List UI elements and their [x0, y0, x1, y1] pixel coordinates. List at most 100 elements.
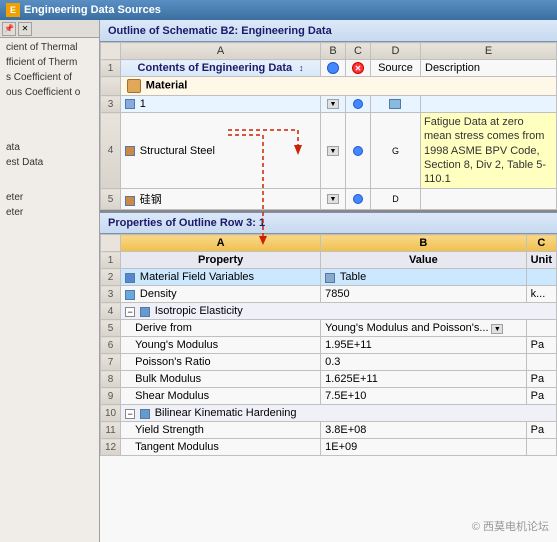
left-item-param1[interactable]: eter — [2, 190, 97, 205]
prop-cell-a3[interactable]: Density — [121, 286, 321, 303]
prop-row-num-2: 2 — [101, 269, 121, 286]
prop-cell-a12[interactable]: Tangent Modulus — [121, 439, 321, 456]
prop-cell-a1: Property — [121, 252, 321, 269]
prop-row-2[interactable]: 2 Material Field Variables Table — [101, 269, 557, 286]
prop-row-10[interactable]: 10 − Bilinear Kinematic Hardening — [101, 405, 557, 422]
table-row: 1 Contents of Engineering Data ↕ ✕ Sou — [101, 60, 557, 77]
left-item-data1[interactable]: ata — [2, 140, 97, 155]
prop-col-c-header: C — [526, 235, 556, 252]
prop-row-4[interactable]: 4 − Isotropic Elasticity — [101, 303, 557, 320]
prop-cell-b11[interactable]: 3.8E+08 — [321, 422, 526, 439]
field-var-icon — [125, 273, 135, 283]
cell-e3 — [421, 96, 557, 113]
prop-row-5[interactable]: 5 Derive from Young's Modulus and Poisso… — [101, 320, 557, 337]
table-row-5[interactable]: 5 硅钢 ▼ D — [101, 189, 557, 210]
prop-row-num-11: 11 — [101, 422, 121, 439]
close-button[interactable]: ✕ — [18, 22, 32, 36]
prop-cell-b12[interactable]: 1E+09 — [321, 439, 526, 456]
col-b-header: B — [321, 43, 346, 60]
prop-row-8[interactable]: 8 Bulk Modulus 1.625E+11 Pa — [101, 371, 557, 388]
prop-row-num-12: 12 — [101, 439, 121, 456]
properties-header: Properties of Outline Row 3: 1 — [100, 212, 557, 234]
prop-row-6[interactable]: 6 Young's Modulus 1.95E+11 Pa — [101, 337, 557, 354]
blue-circle-icon — [327, 62, 339, 74]
prop-cell-a2[interactable]: Material Field Variables — [121, 269, 321, 286]
prop-cell-a4[interactable]: − Isotropic Elasticity — [121, 303, 557, 320]
dropdown-b3[interactable]: ▼ — [327, 99, 339, 109]
prop-cell-b5[interactable]: Young's Modulus and Poisson's... ▼ — [321, 320, 526, 337]
prop-cell-a6[interactable]: Young's Modulus — [121, 337, 321, 354]
cell-d3[interactable] — [371, 96, 421, 113]
prop-cell-b9[interactable]: 7.5E+10 — [321, 388, 526, 405]
prop-cell-c12 — [526, 439, 556, 456]
left-item-1[interactable]: cient of Thermal — [2, 40, 97, 55]
prop-cell-a11[interactable]: Yield Strength — [121, 422, 321, 439]
cell-d4[interactable]: G — [371, 113, 421, 189]
source-icon-3 — [389, 99, 401, 109]
col-a-label: A — [217, 237, 225, 249]
cell-b5[interactable]: ▼ — [321, 189, 346, 210]
prop-cell-a5[interactable]: Derive from — [121, 320, 321, 337]
left-item-param2[interactable]: eter — [2, 205, 97, 220]
cell-contents[interactable]: Contents of Engineering Data ↕ — [121, 60, 321, 77]
prop-cell-a9[interactable]: Shear Modulus — [121, 388, 321, 405]
prop-row-num-4: 4 — [101, 303, 121, 320]
prop-cell-b2[interactable]: Table — [321, 269, 526, 286]
col-d-header: D — [371, 43, 421, 60]
prop-row-3[interactable]: 3 Density 7850 k... — [101, 286, 557, 303]
cell-b3[interactable]: ▼ — [321, 96, 346, 113]
prop-row-num-10: 10 — [101, 405, 121, 422]
prop-cell-a10[interactable]: − Bilinear Kinematic Hardening — [121, 405, 557, 422]
cell-d5[interactable]: D — [371, 189, 421, 210]
cell-material-header: Material — [121, 77, 557, 96]
app-icon: E — [6, 3, 20, 17]
left-item-3[interactable]: s Coefficient of — [2, 70, 97, 85]
prop-cell-a8[interactable]: Bulk Modulus — [121, 371, 321, 388]
left-item-4[interactable]: ous Coefficient o — [2, 85, 97, 100]
cell-c4[interactable] — [346, 113, 371, 189]
cell-b4[interactable]: ▼ — [321, 113, 346, 189]
table-row-4[interactable]: 4 Structural Steel ▼ G Fa — [101, 113, 557, 189]
prop-row-11[interactable]: 11 Yield Strength 3.8E+08 Pa — [101, 422, 557, 439]
prop-row-num-1: 1 — [101, 252, 121, 269]
col-e-header: E — [421, 43, 557, 60]
cell-tooltip-4: Fatigue Data at zero mean stress comes f… — [421, 113, 557, 189]
cell-a3[interactable]: 1 — [121, 96, 321, 113]
x-icon: ✕ — [352, 62, 364, 74]
prop-row-7[interactable]: 7 Poisson's Ratio 0.3 — [101, 354, 557, 371]
prop-cell-a7[interactable]: Poisson's Ratio — [121, 354, 321, 371]
prop-cell-b6[interactable]: 1.95E+11 — [321, 337, 526, 354]
cell-c1[interactable]: ✕ — [346, 60, 371, 77]
expand-icon-10[interactable]: − — [125, 409, 135, 419]
dropdown-b5-prop[interactable]: ▼ — [491, 324, 503, 334]
top-table: A B C D E — [100, 42, 557, 212]
prop-cell-c11: Pa — [526, 422, 556, 439]
row-num-material — [101, 77, 121, 96]
prop-row-9[interactable]: 9 Shear Modulus 7.5E+10 Pa — [101, 388, 557, 405]
cell-a5[interactable]: 硅钢 — [121, 189, 321, 210]
prop-row-num-6: 6 — [101, 337, 121, 354]
cell-e5 — [421, 189, 557, 210]
prop-cell-c1: Unit — [526, 252, 556, 269]
pin-button[interactable]: 📌 — [2, 22, 16, 36]
prop-cell-b8[interactable]: 1.625E+11 — [321, 371, 526, 388]
dropdown-b5[interactable]: ▼ — [327, 194, 339, 204]
left-panel: 📌 ✕ cient of Thermal fficient of Therm s… — [0, 20, 100, 542]
cell-b1[interactable] — [321, 60, 346, 77]
prop-cell-b7[interactable]: 0.3 — [321, 354, 526, 371]
expand-icon-4[interactable]: − — [125, 307, 135, 317]
left-item-data2[interactable]: est Data — [2, 155, 97, 170]
dropdown-b4[interactable]: ▼ — [327, 146, 339, 156]
left-panel-toolbar: 📌 ✕ — [0, 20, 99, 38]
cell-c3[interactable] — [346, 96, 371, 113]
col-c-header: C — [346, 43, 371, 60]
table-row-3[interactable]: 3 1 ▼ — [101, 96, 557, 113]
prop-row-12[interactable]: 12 Tangent Modulus 1E+09 — [101, 439, 557, 456]
prop-cell-c2 — [526, 269, 556, 286]
cell-a4[interactable]: Structural Steel — [121, 113, 321, 189]
cell-c5[interactable] — [346, 189, 371, 210]
prop-cell-b3[interactable]: 7850 — [321, 286, 526, 303]
item-icon-3 — [125, 99, 135, 109]
right-panel: Outline of Schematic B2: Engineering Dat… — [100, 20, 557, 542]
left-item-2[interactable]: fficient of Therm — [2, 55, 97, 70]
